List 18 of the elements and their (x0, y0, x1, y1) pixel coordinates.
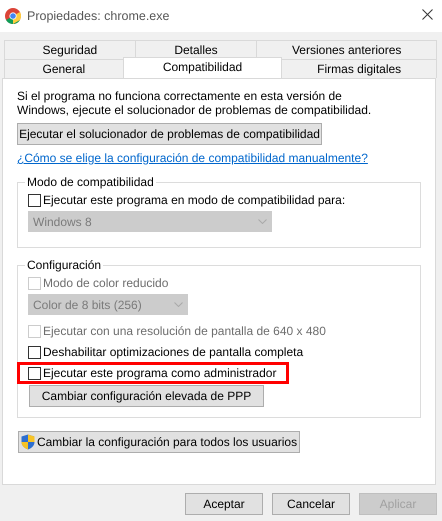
tab[interactable]: Firmas digitales (281, 59, 438, 78)
group-title: Modo de compatibilidad (26, 175, 155, 189)
intro-text: Si el programa no funciona correctamente en esta versión de Windows, ejecute el solucionador de problemas de compatibilidad. (17, 89, 372, 117)
group-title: Configuración (26, 258, 102, 272)
help-link[interactable]: ¿Cómo se elige la configuración de compatibilidad manualmente? (17, 151, 368, 165)
tab[interactable]: Versiones anteriores (256, 40, 438, 59)
all-users-settings-button[interactable]: Cambiar la configuración para todos los usuarios (18, 431, 300, 453)
checkbox-label[interactable]: Deshabilitar optimizaciones de pantalla completa (43, 345, 304, 359)
checkbox-label[interactable]: Ejecutar este programa en modo de compatibilidad para: (43, 193, 346, 207)
window-title: Propiedades: chrome.exe (27, 9, 170, 23)
tab[interactable]: Seguridad (4, 40, 136, 59)
checkbox-label[interactable]: Ejecutar este programa como administrador (43, 366, 276, 380)
troubleshooter-button[interactable]: Ejecutar el solucionador de problemas de compatibilidad (17, 123, 322, 145)
dpi-settings-button[interactable]: Cambiar configuración elevada de PPP (29, 385, 264, 407)
dialog-button[interactable]: Aceptar (185, 493, 263, 515)
tab[interactable]: Compatibilidad (122, 57, 282, 78)
dialog-button[interactable]: Cancelar (272, 493, 350, 515)
tab[interactable]: General (4, 59, 124, 78)
